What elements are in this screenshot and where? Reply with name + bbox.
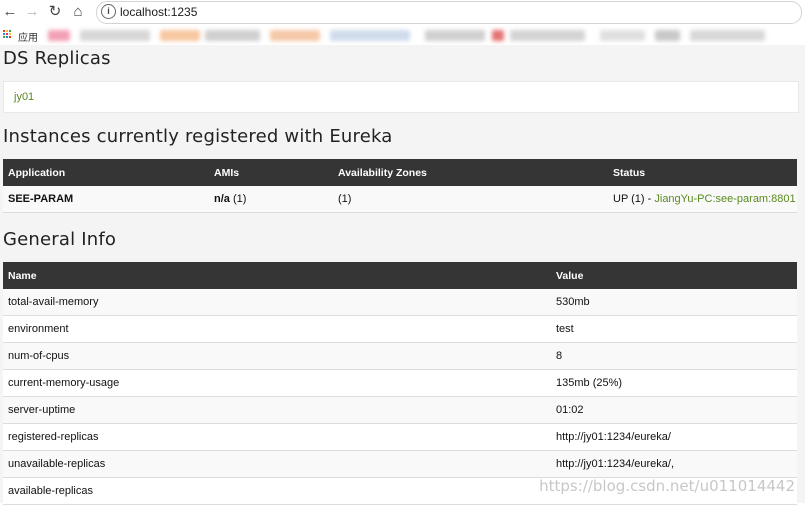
forward-arrow-icon[interactable]: →	[24, 4, 40, 20]
instances-title: Instances currently registered with Eure…	[3, 126, 393, 147]
blurred-bookmark[interactable]	[425, 30, 485, 41]
amis-count: (1)	[232, 193, 247, 205]
blurred-bookmark[interactable]	[510, 30, 585, 41]
info-name: available-replicas	[3, 477, 551, 505]
blurred-bookmark[interactable]	[160, 30, 200, 41]
info-value: http://jy01:1234/eureka/	[551, 423, 797, 451]
replicas-box: jy01	[3, 81, 799, 113]
blurred-bookmark[interactable]	[48, 30, 70, 41]
info-name: registered-replicas	[3, 423, 551, 451]
info-name: current-memory-usage	[3, 369, 551, 397]
blurred-bookmark[interactable]	[270, 30, 320, 41]
column-header-availability-zones: Availability Zones	[333, 159, 608, 186]
blurred-bookmark[interactable]	[205, 30, 260, 41]
instance-link[interactable]: JiangYu-PC:see-param:8801	[654, 193, 795, 205]
info-icon[interactable]: i	[101, 4, 116, 19]
bookmarks-bar: 应用	[0, 25, 805, 45]
back-arrow-icon[interactable]: ←	[2, 4, 18, 20]
general-info-table: Name Value total-avail-memory 530mb envi…	[3, 262, 797, 505]
blurred-bookmark[interactable]	[655, 30, 680, 41]
info-value: 01:02	[551, 396, 797, 424]
column-header-status: Status	[608, 159, 797, 186]
blurred-bookmark[interactable]	[80, 30, 150, 41]
column-header-application: Application	[3, 159, 209, 186]
amis-value: n/a	[214, 193, 230, 205]
info-value: 8	[551, 342, 797, 370]
column-header-amis: AMIs	[209, 159, 333, 186]
table-row: registered-replicas http://jy01:1234/eur…	[3, 423, 797, 451]
table-row: environment test	[3, 315, 797, 343]
blurred-bookmark[interactable]	[690, 30, 765, 41]
table-row: current-memory-usage 135mb (25%)	[3, 369, 797, 397]
amis-cell: n/a (1)	[209, 186, 333, 213]
column-header-name: Name	[3, 262, 551, 289]
application-name: SEE-PARAM	[3, 186, 209, 213]
address-url[interactable]: localhost:1235	[120, 5, 197, 19]
browser-chrome: ← → ↻ ⌂ i localhost:1235 应用	[0, 0, 805, 45]
address-bar[interactable]: i localhost:1235	[96, 1, 802, 24]
info-name: num-of-cpus	[3, 342, 551, 370]
blurred-bookmark[interactable]	[330, 30, 410, 41]
reload-icon[interactable]: ↻	[47, 4, 63, 20]
info-name: total-avail-memory	[3, 289, 551, 316]
eureka-page: DS Replicas jy01 Instances currently reg…	[0, 45, 805, 505]
status-cell: UP (1) - JiangYu-PC:see-param:8801	[608, 186, 797, 213]
info-value: http://jy01:1234/eureka/,	[551, 450, 797, 478]
home-icon[interactable]: ⌂	[70, 4, 86, 20]
zones-cell: (1)	[333, 186, 608, 213]
replicas-title: DS Replicas	[3, 48, 111, 69]
info-name: environment	[3, 315, 551, 343]
watermark: https://blog.csdn.net/u011014442	[539, 477, 795, 495]
info-value: test	[551, 315, 797, 343]
table-row: total-avail-memory 530mb	[3, 289, 797, 316]
info-value: 530mb	[551, 289, 797, 316]
blurred-bookmark[interactable]	[492, 30, 504, 41]
apps-grid-icon[interactable]	[3, 30, 12, 39]
info-name: server-uptime	[3, 396, 551, 424]
table-row: server-uptime 01:02	[3, 396, 797, 424]
replica-link[interactable]: jy01	[14, 91, 34, 103]
instances-table: Application AMIs Availability Zones Stat…	[3, 159, 797, 213]
blurred-bookmark[interactable]	[600, 30, 645, 41]
column-header-value: Value	[551, 262, 797, 289]
info-value: 135mb (25%)	[551, 369, 797, 397]
info-name: unavailable-replicas	[3, 450, 551, 478]
general-info-title: General Info	[3, 229, 117, 250]
table-row: num-of-cpus 8	[3, 342, 797, 370]
table-row: SEE-PARAM n/a (1) (1) UP (1) - JiangYu-P…	[3, 186, 797, 213]
bookmarks-apps-label[interactable]: 应用	[18, 29, 38, 44]
table-row: unavailable-replicas http://jy01:1234/eu…	[3, 450, 797, 478]
status-text: UP (1) -	[613, 193, 652, 205]
